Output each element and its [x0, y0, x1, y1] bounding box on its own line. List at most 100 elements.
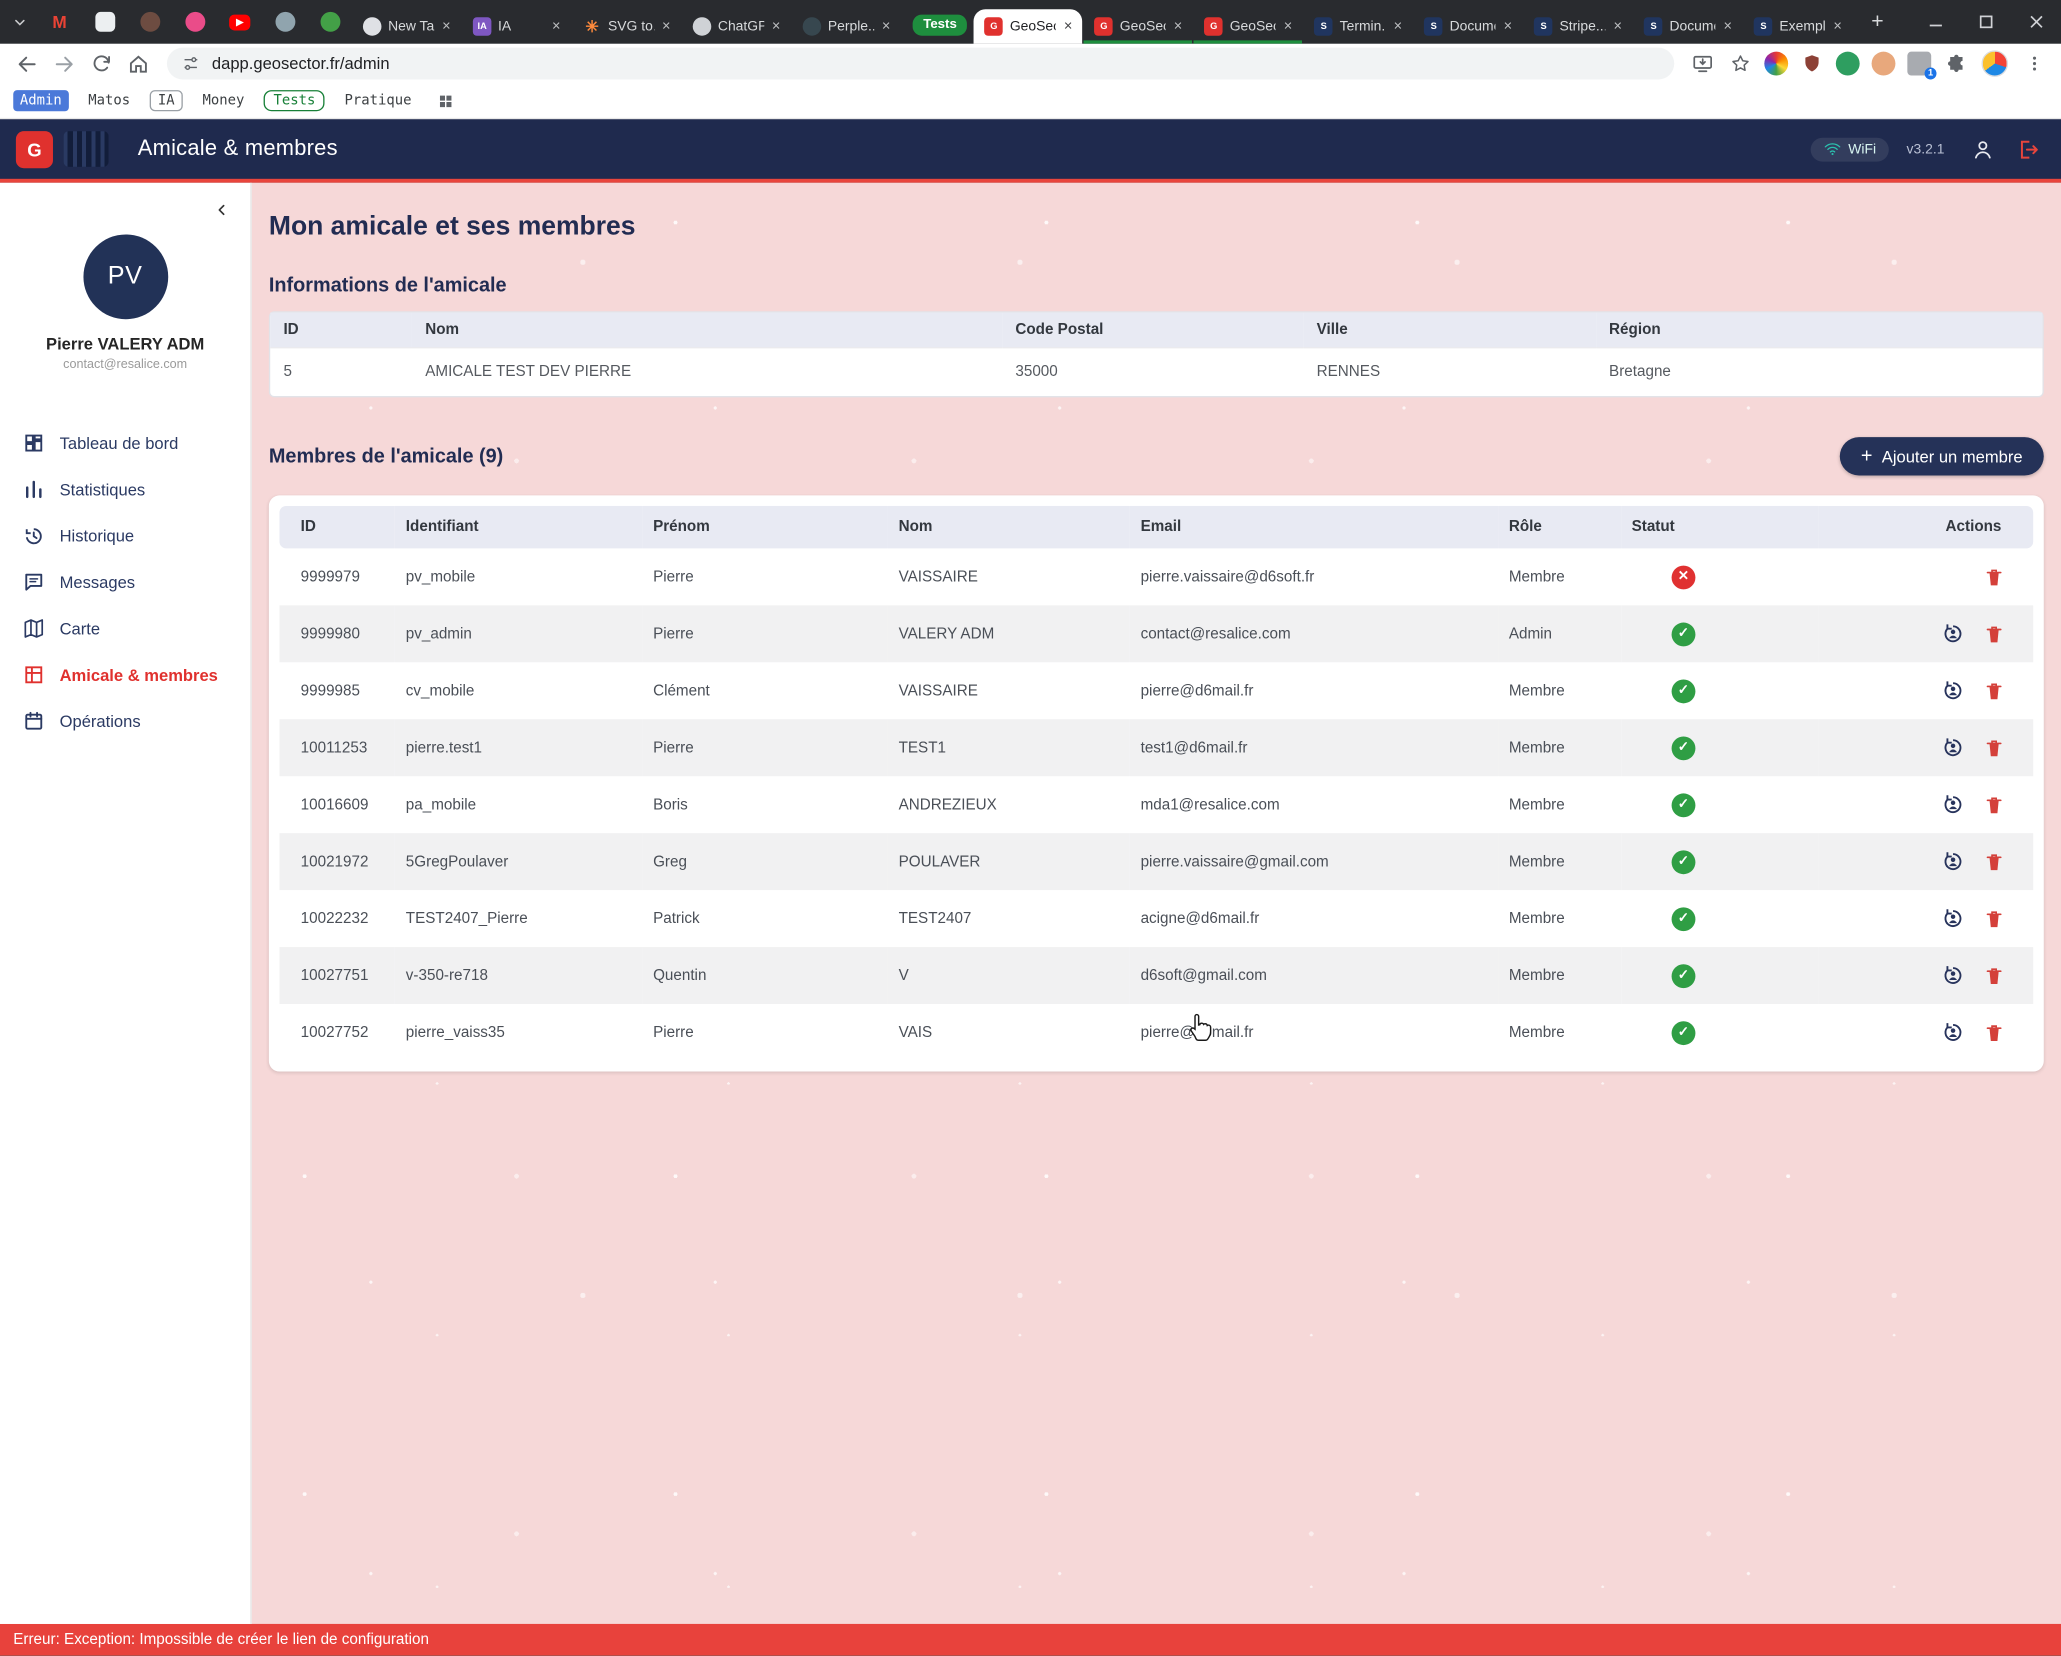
install-app-button[interactable]: [1686, 47, 1719, 80]
tab-close-icon[interactable]: [1720, 19, 1736, 35]
extension-icon-orange[interactable]: [1872, 52, 1896, 76]
extension-icon-shield[interactable]: [1800, 52, 1824, 76]
extension-icon-badged[interactable]: 1: [1907, 52, 1931, 76]
browser-tab[interactable]: STermin...: [1304, 9, 1413, 43]
sidebar-item-historique[interactable]: Historique: [0, 513, 250, 559]
browser-tab[interactable]: GGeoSec...: [1194, 9, 1303, 43]
profile-button[interactable]: [1966, 132, 2000, 166]
sidebar-item-statistiques[interactable]: Statistiques: [0, 466, 250, 512]
restore-member-button[interactable]: [1942, 736, 1965, 759]
tab-close-icon[interactable]: [658, 19, 674, 35]
forward-button[interactable]: [48, 47, 81, 80]
tab-close-icon[interactable]: [1170, 19, 1186, 35]
delete-member-button[interactable]: [1984, 623, 2004, 644]
extensions-menu-button[interactable]: [1939, 47, 1972, 80]
browser-menu-button[interactable]: [2017, 47, 2050, 80]
browser-tab[interactable]: SDocume...: [1414, 9, 1523, 43]
minimize-button[interactable]: [1910, 0, 1960, 44]
profile-avatar[interactable]: [1982, 50, 2008, 76]
extension-icon-green[interactable]: [1836, 52, 1860, 76]
delete-member-button[interactable]: [1984, 851, 2004, 872]
browser-tab[interactable]: IAIA: [462, 9, 571, 43]
tab-group-label[interactable]: Tests: [913, 15, 968, 36]
tab-search-button[interactable]: [3, 0, 37, 44]
bookmarks-apps-grid-icon[interactable]: [437, 92, 454, 109]
tab-close-icon[interactable]: [768, 19, 784, 35]
delete-member-button[interactable]: [1984, 680, 2004, 701]
site-settings-icon[interactable]: [181, 54, 200, 73]
members-icon: [23, 664, 46, 687]
delete-member-button[interactable]: [1984, 1022, 2004, 1043]
tab-close-icon[interactable]: [438, 19, 454, 35]
error-bar: Erreur: Exception: Impossible de créer l…: [0, 1624, 2061, 1656]
maximize-button[interactable]: [1960, 0, 2010, 44]
restore-member-button[interactable]: [1942, 850, 1965, 873]
browser-tab[interactable]: ✳SVG to...: [572, 9, 681, 43]
sidebar-item-tableau-de-bord[interactable]: Tableau de bord: [0, 420, 250, 466]
restore-member-button[interactable]: [1942, 964, 1965, 987]
tab-close-icon[interactable]: [1280, 19, 1296, 35]
gmail-pinned-tab[interactable]: M: [37, 0, 82, 44]
delete-member-button[interactable]: [1984, 965, 2004, 986]
bookmark-matos[interactable]: Matos: [82, 90, 137, 111]
delete-member-button[interactable]: [1984, 566, 2004, 587]
browser-tab[interactable]: GGeoSec...: [974, 9, 1083, 43]
logout-button[interactable]: [2011, 132, 2045, 166]
add-member-button[interactable]: Ajouter un membre: [1840, 437, 2044, 475]
home-button[interactable]: [122, 47, 155, 80]
app-light-pinned-tab[interactable]: [82, 0, 127, 44]
extension-icon-rainbow[interactable]: [1764, 52, 1788, 76]
bookmark-tests[interactable]: Tests: [264, 90, 324, 111]
browser-tab[interactable]: New Ta...: [352, 9, 461, 43]
reload-button[interactable]: [85, 47, 118, 80]
sidebar-item-amicale-membres[interactable]: Amicale & membres: [0, 652, 250, 698]
restore-member-button[interactable]: [1942, 793, 1965, 816]
tab-close-icon[interactable]: [1830, 19, 1846, 35]
browser-tab[interactable]: SStripe...: [1524, 9, 1633, 43]
member-row: 10022232TEST2407_PierrePatrickTEST2407ac…: [279, 890, 2033, 947]
delete-member-button[interactable]: [1984, 737, 2004, 758]
app-brown-pinned-tab[interactable]: [127, 0, 172, 44]
geosector-logo-icon[interactable]: [16, 130, 53, 167]
status-active-icon: [1671, 736, 1695, 760]
tab-close-icon[interactable]: [878, 19, 894, 35]
kebab-menu-icon: [2025, 54, 2044, 73]
bookmark-ia[interactable]: IA: [150, 90, 183, 111]
bookmark-money[interactable]: Money: [196, 90, 251, 111]
restore-member-button[interactable]: [1942, 1021, 1965, 1044]
address-bar[interactable]: dapp.geosector.fr/admin: [167, 48, 1674, 80]
youtube-pinned-tab[interactable]: ▶: [217, 0, 262, 44]
tab-close-icon[interactable]: [1610, 19, 1626, 35]
browser-tab[interactable]: ChatGP...: [682, 9, 791, 43]
sidebar-item-messages[interactable]: Messages: [0, 559, 250, 605]
restore-member-button[interactable]: [1942, 623, 1965, 646]
new-tab-button[interactable]: [1859, 4, 1896, 41]
dribbble-pinned-tab[interactable]: [172, 0, 217, 44]
bookmark-admin[interactable]: Admin: [13, 90, 68, 111]
app-gray-pinned-tab[interactable]: [262, 0, 307, 44]
close-window-button[interactable]: [2011, 0, 2061, 44]
delete-member-button[interactable]: [1984, 908, 2004, 929]
sidebar-item-label: Opérations: [60, 712, 141, 731]
tab-title: Docume...: [1669, 19, 1715, 35]
restore-member-button[interactable]: [1942, 907, 1965, 930]
tab-close-icon[interactable]: [548, 19, 564, 35]
tab-close-icon[interactable]: [1060, 19, 1076, 35]
messages-icon: [23, 571, 46, 594]
restore-member-button[interactable]: [1942, 679, 1965, 702]
member-row: 10027752pierre_vaiss35PierreVAISpierre@d…: [279, 1004, 2033, 1061]
back-button[interactable]: [11, 47, 44, 80]
bookmark-star-button[interactable]: [1723, 47, 1756, 80]
tab-close-icon[interactable]: [1390, 19, 1406, 35]
tab-close-icon[interactable]: [1500, 19, 1516, 35]
sidebar-item-op-rations[interactable]: Opérations: [0, 698, 250, 744]
browser-tab[interactable]: SExempl...: [1744, 9, 1853, 43]
bookmark-pratique[interactable]: Pratique: [338, 90, 418, 111]
browser-tab[interactable]: Perple...: [792, 9, 901, 43]
delete-member-button[interactable]: [1984, 794, 2004, 815]
sidebar-item-carte[interactable]: Carte: [0, 605, 250, 651]
sidebar-collapse-button[interactable]: [208, 196, 234, 222]
browser-tab[interactable]: SDocume...: [1634, 9, 1743, 43]
app-green-pinned-tab[interactable]: [307, 0, 352, 44]
browser-tab[interactable]: GGeoSec...: [1084, 9, 1193, 43]
